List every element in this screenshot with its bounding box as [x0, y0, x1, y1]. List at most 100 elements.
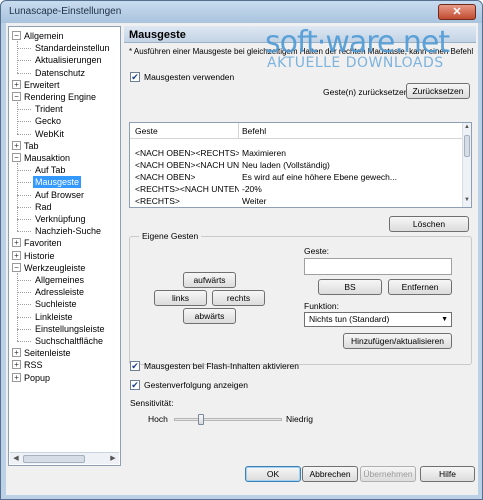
tree-item-label[interactable]: Allgemein — [22, 30, 66, 42]
gesture-up-button[interactable]: aufwärts — [183, 272, 236, 288]
table-row[interactable]: <NACH OBEN><NACH UN... Neu laden (Vollstä… — [130, 160, 464, 171]
collapse-icon[interactable]: − — [12, 153, 21, 162]
gesture-list[interactable]: Geste Befehl ▲ ▼ <NACH OBEN><RECHTS> Maxi… — [129, 122, 472, 208]
command-cell: Maximieren — [242, 148, 286, 158]
scroll-thumb[interactable] — [464, 135, 470, 157]
mouse-gesture-panel: Mausgeste * Ausführen einer Mausgeste be… — [124, 26, 476, 466]
column-header-gesture[interactable]: Geste — [135, 126, 158, 136]
gesture-down-button[interactable]: abwärts — [183, 308, 236, 324]
remove-button[interactable]: Entfernen — [388, 279, 452, 295]
function-select-value: Nichts tun (Standard) — [309, 314, 390, 324]
tree-item-label[interactable]: Auf Browser — [33, 189, 86, 201]
flash-gestures-label[interactable]: Mausgesten bei Flash-Inhalten aktivieren — [144, 361, 299, 371]
help-button[interactable]: Hilfe — [420, 466, 475, 482]
table-row[interactable]: <RECHTS><NACH UNTEN> -20% — [130, 184, 464, 195]
tree-item-label[interactable]: Datenschutz — [33, 67, 87, 79]
sensitivity-slider-thumb[interactable] — [198, 414, 204, 425]
gesture-left-button[interactable]: links — [154, 290, 207, 306]
close-button[interactable]: ✕ — [438, 4, 476, 20]
gesture-cell: <NACH OBEN><RECHTS> — [135, 148, 239, 158]
tree-item-label[interactable]: Allgemeines — [33, 274, 86, 286]
scroll-left-icon[interactable]: ◀ — [11, 454, 21, 464]
expand-icon[interactable]: + — [12, 79, 21, 89]
chevron-down-icon: ▼ — [441, 316, 448, 323]
tree-item-label[interactable]: Favoriten — [22, 237, 64, 249]
column-separator[interactable] — [238, 123, 239, 139]
tree-item-label[interactable]: Rad — [33, 201, 54, 213]
tree-item-label[interactable]: Werkzeugleiste — [22, 262, 87, 274]
command-cell: Neu laden (Vollständig) — [242, 160, 330, 170]
expand-icon[interactable]: + — [12, 360, 21, 370]
tree-item-label[interactable]: Erweitert — [22, 79, 62, 91]
collapse-icon[interactable]: − — [12, 31, 21, 40]
tree-item-label[interactable]: Gecko — [33, 115, 63, 127]
function-select[interactable]: Nichts tun (Standard) ▼ — [304, 312, 452, 327]
collapse-icon[interactable]: − — [12, 92, 21, 101]
tree-item-label[interactable]: RSS — [22, 359, 45, 371]
scroll-down-icon[interactable]: ▼ — [463, 197, 471, 206]
expand-icon[interactable]: + — [12, 348, 21, 358]
tree-connector — [17, 163, 18, 232]
expand-icon[interactable]: + — [12, 140, 21, 150]
dialog-client: ◀ ▶ − Allgemein Standardeinstellun Aktualis… — [6, 23, 478, 495]
tree-item-label[interactable]: Mausaktion — [22, 152, 72, 164]
tree-item-label[interactable]: Adressleiste — [33, 286, 86, 298]
tree-item-label[interactable]: Tab — [22, 140, 41, 152]
expand-icon[interactable]: + — [12, 372, 21, 382]
tree-connector — [17, 219, 31, 220]
table-row[interactable]: <RECHTS> Weiter — [130, 196, 464, 207]
scroll-right-icon[interactable]: ▶ — [108, 454, 118, 464]
tree-item-label[interactable]: Historie — [22, 250, 57, 262]
gesture-field[interactable] — [304, 258, 452, 275]
scroll-up-icon[interactable]: ▲ — [463, 124, 471, 133]
tree-item-label[interactable]: Suchleiste — [33, 298, 79, 310]
tree-item-label[interactable]: Auf Tab — [33, 164, 67, 176]
ok-button[interactable]: OK — [245, 466, 301, 482]
tree-connector — [17, 304, 31, 306]
tree-item-label[interactable]: Verknüpfung — [33, 213, 88, 225]
settings-window: Lunascape-Einstellungen ✕ ◀ ▶ − Allgemein… — [0, 0, 483, 500]
tree-item-label[interactable]: Mausgeste — [33, 176, 82, 189]
sensitivity-slider[interactable] — [174, 418, 282, 421]
backspace-button[interactable]: BS — [318, 279, 382, 295]
gesture-trace-checkbox[interactable]: ✔ — [130, 380, 140, 390]
tree-connector — [17, 280, 31, 281]
gesture-cell: <NACH OBEN> — [135, 172, 196, 182]
tree-item-label[interactable]: Standardeinstellun — [33, 42, 112, 54]
apply-button[interactable]: Übernehmen — [360, 466, 416, 482]
tree-item-label[interactable]: Einstellungsleiste — [33, 323, 107, 335]
tree-item-label[interactable]: WebKit — [33, 128, 66, 140]
tree-connector — [17, 72, 31, 74]
tree-connector — [17, 60, 31, 62]
scroll-thumb[interactable] — [23, 455, 85, 463]
expand-icon[interactable]: + — [12, 250, 21, 260]
function-label: Funktion: — [304, 301, 339, 311]
command-cell: -20% — [242, 184, 262, 194]
tree-item-label[interactable]: Linkleiste — [33, 311, 75, 323]
enable-gestures-checkbox[interactable]: ✔ — [130, 72, 140, 82]
gesture-trace-label[interactable]: Gestenverfolgung anzeigen — [144, 380, 248, 390]
tree-item-label[interactable]: Popup — [22, 372, 52, 384]
tree-item-label[interactable]: Suchschaltfläche — [33, 335, 105, 347]
tree-item-label[interactable]: Seitenleiste — [22, 347, 73, 359]
title-bar[interactable]: Lunascape-Einstellungen ✕ — [1, 1, 482, 23]
tree-item-label[interactable]: Trident — [33, 103, 65, 115]
reset-button[interactable]: Zurücksetzen — [406, 83, 470, 99]
tree-item-label[interactable]: Aktualisierungen — [33, 54, 104, 66]
tree-connector — [17, 182, 31, 184]
tree-horizontal-scrollbar[interactable]: ◀ ▶ — [10, 452, 119, 464]
tree-item-label[interactable]: Rendering Engine — [22, 91, 98, 103]
expand-icon[interactable]: + — [12, 238, 21, 248]
delete-button[interactable]: Löschen — [389, 216, 469, 232]
column-header-command[interactable]: Befehl — [242, 126, 266, 136]
enable-gestures-label[interactable]: Mausgesten verwenden — [144, 72, 234, 82]
table-row[interactable]: <NACH OBEN> Es wird auf eine höhere Ebene… — [130, 172, 464, 183]
flash-gestures-checkbox[interactable]: ✔ — [130, 361, 140, 371]
gesture-right-button[interactable]: rechts — [212, 290, 265, 306]
cancel-button[interactable]: Abbrechen — [302, 466, 358, 482]
tree-item-label[interactable]: Nachzieh-Suche — [33, 225, 103, 237]
settings-tree[interactable]: ◀ ▶ − Allgemein Standardeinstellun Aktualis… — [8, 26, 121, 466]
add-update-button[interactable]: Hinzufügen/aktualisieren — [343, 333, 452, 349]
table-row[interactable]: <NACH OBEN><RECHTS> Maximieren — [130, 148, 464, 159]
collapse-icon[interactable]: − — [12, 262, 21, 272]
